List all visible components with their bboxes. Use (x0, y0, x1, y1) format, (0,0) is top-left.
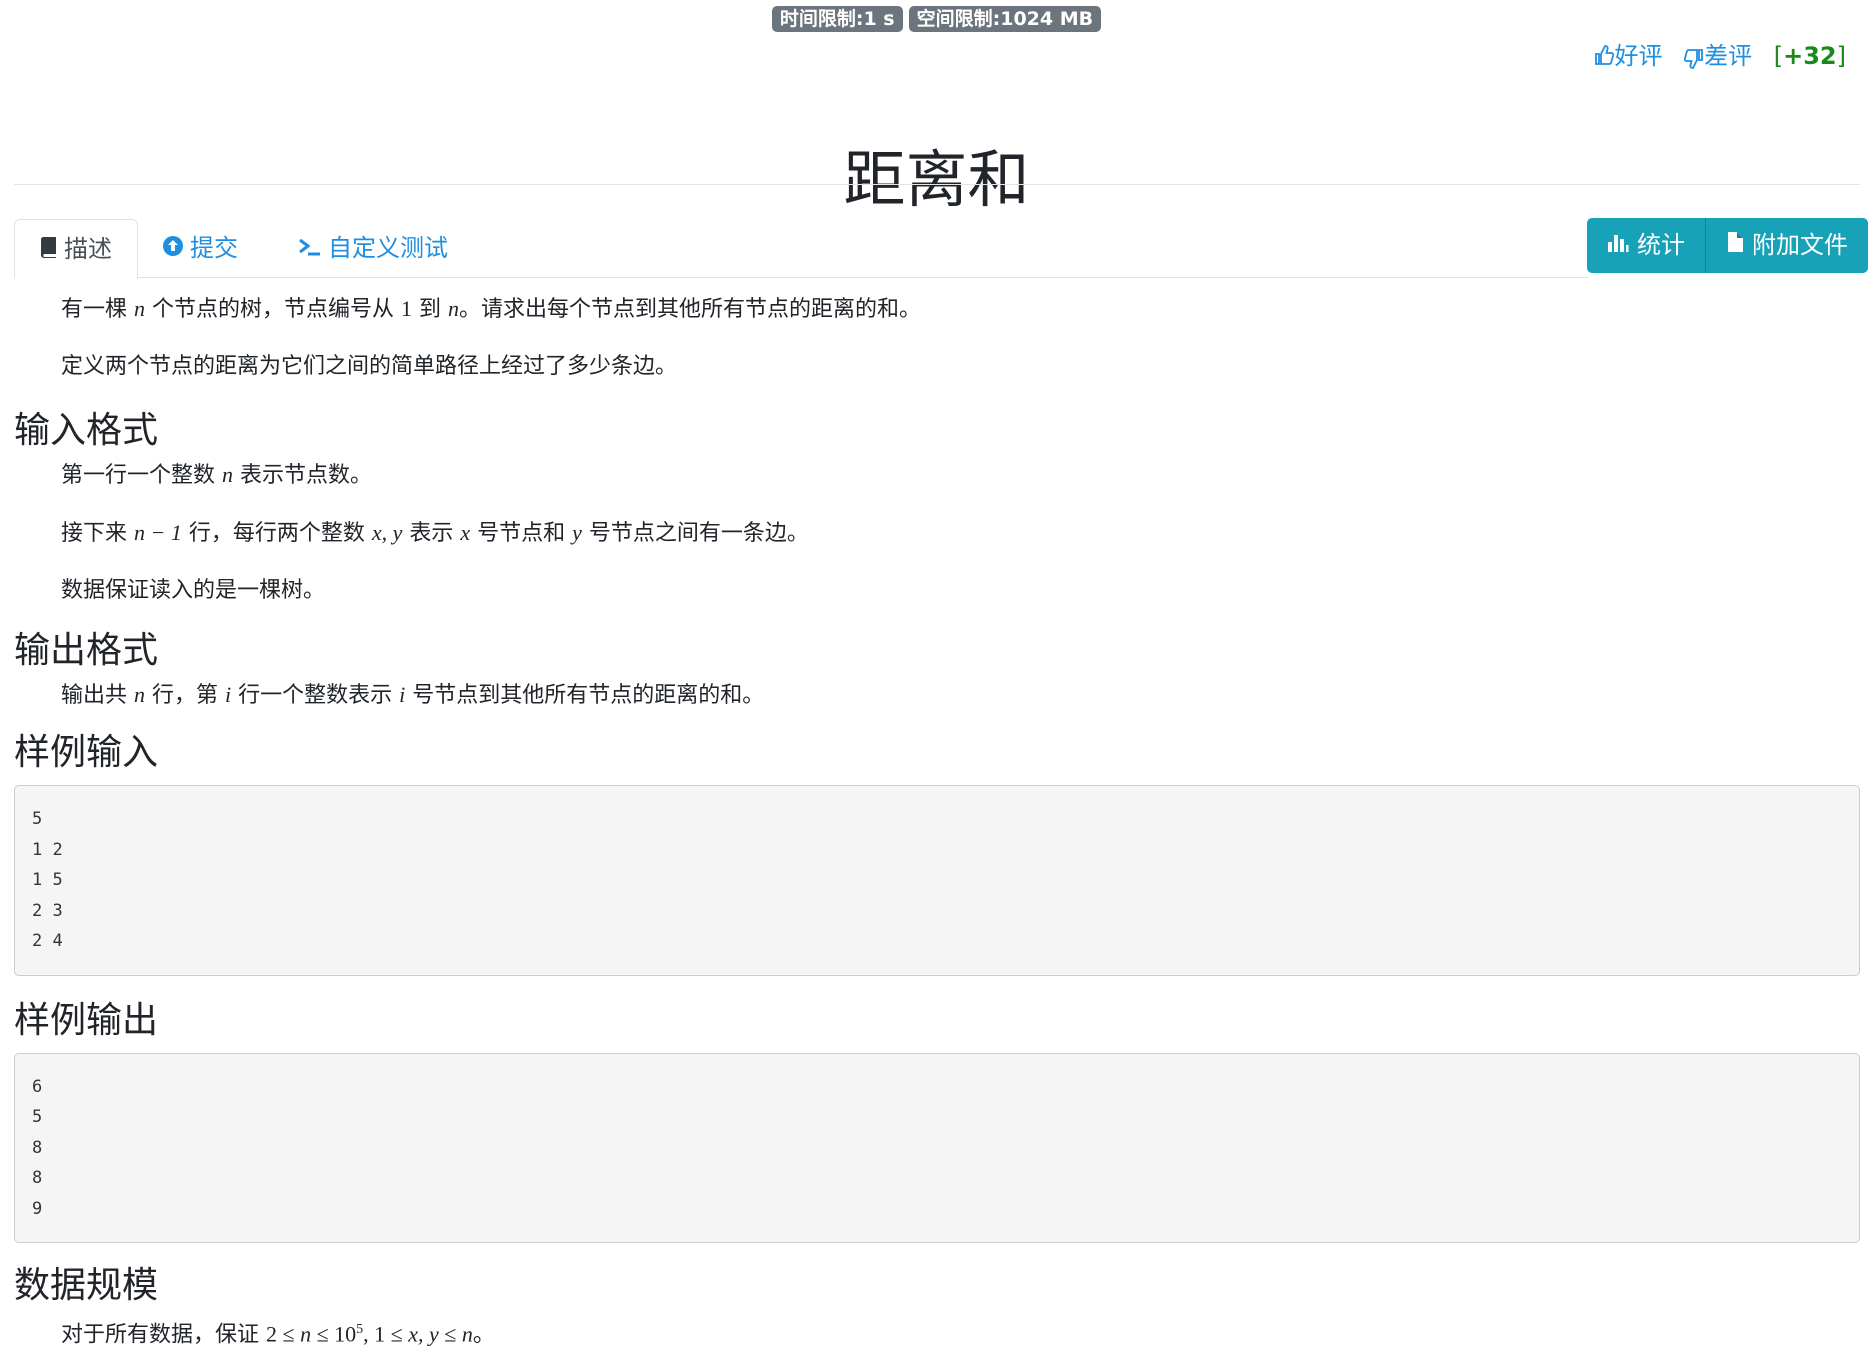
book-icon (40, 221, 58, 279)
tab-description[interactable]: 描述 (14, 219, 138, 279)
problem-statement: 有一棵 n 个节点的树，节点编号从 1 到 n。请求出每个节点到其他所有节点的距… (14, 290, 1860, 1369)
input-format-paragraph-3: 数据保证读入的是一棵树。 (61, 578, 326, 603)
output-format-heading: 输出格式 (14, 630, 159, 671)
rating-score: [+32] (1773, 42, 1846, 70)
description-paragraph-1: 有一棵 n 个节点的树，节点编号从 1 到 n。请求出每个节点到其他所有节点的距… (61, 296, 922, 322)
constraints-paragraph-1: 对于所有数据，保证 2 ≤ n ≤ 105, 1 ≤ x, y ≤ n。 (61, 1321, 495, 1348)
thumbs-down-icon (1683, 49, 1703, 69)
tab-custom-test[interactable]: 自定义测试 (273, 219, 473, 277)
attachments-label: 附加文件 (1752, 231, 1848, 259)
problem-title: 距离和 (843, 142, 1030, 216)
sample-input-heading: 样例输入 (14, 732, 159, 773)
sample-output-heading: 样例输出 (14, 999, 159, 1041)
input-format-heading: 输入格式 (14, 410, 159, 451)
tab-submit[interactable]: 提交 (137, 219, 263, 277)
dislike-button[interactable]: 差评 (1683, 42, 1760, 70)
problem-tabs: 描述 提交 自定义测试 (14, 219, 1588, 279)
output-format-paragraph-1: 输出共 n 行，第 i 行一个整数表示 i 号节点到其他所有节点的距离的和。 (61, 682, 765, 708)
like-button[interactable]: 好评 (1594, 42, 1670, 70)
input-format-paragraph-2: 接下来 n − 1 行，每行两个整数 x, y 表示 x 号节点和 y 号节点之… (61, 520, 809, 546)
terminal-icon (298, 220, 322, 278)
limits-bar: 时间限制:1 s 空间限制:1024 MB (0, 6, 1873, 32)
bar-chart-icon (1607, 218, 1629, 273)
sample-output-block: 6 5 8 8 9 (14, 1052, 1860, 1243)
tab-submit-label: 提交 (190, 234, 238, 262)
file-icon (1726, 218, 1744, 273)
attachments-button[interactable]: 附加文件 (1706, 218, 1868, 273)
rating-bar: 好评 差评 [+32] (1580, 36, 1846, 71)
memory-limit-badge: 空间限制:1024 MB (908, 6, 1102, 32)
like-label: 好评 (1614, 42, 1663, 70)
title-divider (14, 184, 1860, 185)
constraints-heading: 数据规模 (14, 1265, 159, 1306)
tab-description-label: 描述 (64, 235, 112, 263)
description-paragraph-2: 定义两个节点的距离为它们之间的简单路径上经过了多少条边。 (61, 354, 678, 379)
upload-circle-icon (162, 220, 184, 278)
time-limit-badge: 时间限制:1 s (771, 6, 903, 32)
sample-input-block: 5 1 2 1 5 2 3 2 4 (14, 785, 1860, 976)
tab-custom-test-label: 自定义测试 (328, 234, 448, 262)
action-buttons: 统计 附加文件 (1587, 218, 1868, 273)
input-format-paragraph-1: 第一行一个整数 n 表示节点数。 (61, 462, 372, 488)
stats-label: 统计 (1637, 231, 1685, 259)
stats-button[interactable]: 统计 (1587, 218, 1706, 273)
thumbs-up-icon (1595, 45, 1615, 65)
dislike-label: 差评 (1704, 42, 1753, 70)
